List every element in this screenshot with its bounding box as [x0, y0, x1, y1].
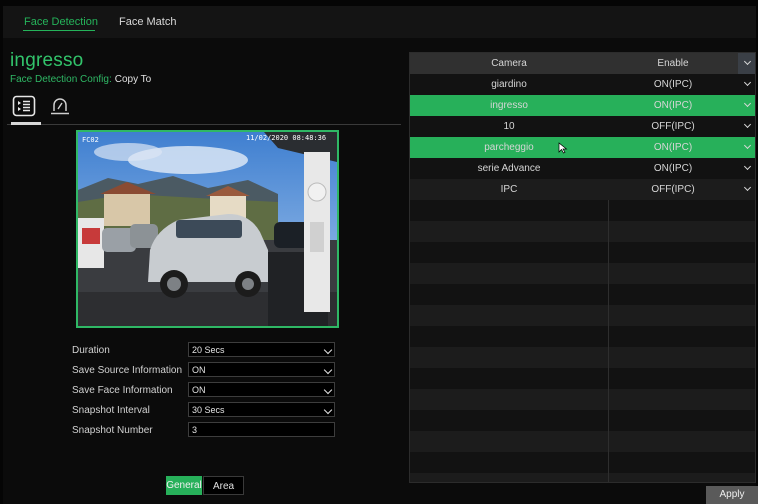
- empty-row: [410, 347, 755, 368]
- enable-dropdown[interactable]: [738, 95, 755, 116]
- snapshot-number-label: Snapshot Number: [72, 425, 153, 436]
- tab-face-detection[interactable]: Face Detection: [24, 16, 98, 28]
- chevron-down-icon: [323, 405, 333, 415]
- table-row[interactable]: IPC OFF(IPC): [410, 179, 755, 200]
- camera-snapshot: [78, 132, 337, 326]
- enable-cell[interactable]: ON(IPC): [608, 137, 738, 158]
- enable-cell[interactable]: ON(IPC): [608, 95, 738, 116]
- chevron-down-icon: [323, 345, 333, 355]
- chevron-down-icon: [743, 183, 751, 192]
- enable-cell[interactable]: OFF(IPC): [608, 179, 738, 200]
- osd-timestamp: 11/02/2020 08:48:36: [246, 134, 327, 142]
- snapshot-number-row: Snapshot Number 3: [72, 422, 338, 440]
- header-camera: Camera: [491, 58, 527, 69]
- duration-value: 20 Secs: [192, 345, 225, 355]
- table-row[interactable]: ingresso ON(IPC): [410, 95, 755, 116]
- camera-name-cell: giardino: [491, 79, 527, 90]
- save-face-label: Save Face Information: [72, 385, 173, 396]
- apply-button[interactable]: Apply: [706, 486, 758, 504]
- chevron-down-icon: [743, 120, 751, 129]
- header-enable: Enable: [657, 58, 689, 69]
- osd-channel: FC02: [82, 136, 99, 144]
- empty-row: [410, 242, 755, 263]
- save-source-value: ON: [192, 365, 206, 375]
- face-detection-panel: Face Detection Face Match ingresso Face …: [3, 6, 758, 504]
- empty-row: [410, 431, 755, 452]
- save-face-row: Save Face Information ON: [72, 382, 338, 400]
- chevron-down-icon: [743, 57, 751, 66]
- config-label: Face Detection Config:: [10, 74, 112, 85]
- enable-dropdown[interactable]: [738, 116, 755, 137]
- settings-tab[interactable]: [11, 95, 37, 122]
- empty-row: [410, 389, 755, 410]
- camera-name-cell: IPC: [500, 184, 518, 195]
- table-row[interactable]: 10 OFF(IPC): [410, 116, 755, 137]
- alarm-tab[interactable]: [47, 96, 73, 120]
- table-row[interactable]: serie Advance ON(IPC): [410, 158, 755, 179]
- snapshot-interval-row: Snapshot Interval 30 Secs: [72, 402, 338, 420]
- header-dropdown[interactable]: [738, 53, 755, 74]
- snapshot-interval-select[interactable]: 30 Secs: [188, 402, 335, 417]
- empty-row: [410, 263, 755, 284]
- top-tab-bar: Face Detection Face Match: [3, 6, 756, 38]
- duration-select[interactable]: 20 Secs: [188, 342, 335, 357]
- empty-row: [410, 305, 755, 326]
- save-source-label: Save Source Information: [72, 365, 183, 376]
- video-preview[interactable]: FC02 11/02/2020 08:48:36: [76, 130, 339, 328]
- save-face-select[interactable]: ON: [188, 382, 335, 397]
- snapshot-interval-value: 30 Secs: [192, 405, 225, 415]
- snapshot-number-input[interactable]: 3: [188, 422, 335, 437]
- chevron-down-icon: [323, 385, 333, 395]
- empty-row: [410, 473, 755, 482]
- empty-row: [410, 452, 755, 473]
- enable-dropdown[interactable]: [738, 137, 755, 158]
- subtab-area[interactable]: Area: [203, 476, 244, 495]
- empty-row: [410, 200, 755, 221]
- snapshot-interval-label: Snapshot Interval: [72, 405, 150, 416]
- camera-name-cell: 10: [503, 121, 515, 132]
- empty-row: [410, 368, 755, 389]
- empty-row: [410, 326, 755, 347]
- camera-title: ingresso: [10, 50, 84, 71]
- enable-cell[interactable]: ON(IPC): [608, 158, 738, 179]
- chevron-down-icon: [743, 78, 751, 87]
- camera-enable-table: Camera Enable giardino ON(IPC) ingresso ON(…: [409, 52, 756, 483]
- camera-name-cell: parcheggio: [484, 142, 534, 153]
- table-header: Camera Enable: [410, 53, 755, 74]
- chevron-down-icon: [743, 162, 751, 171]
- divider: [7, 124, 401, 125]
- chevron-down-icon: [323, 365, 333, 375]
- chevron-down-icon: [743, 141, 751, 150]
- duration-label: Duration: [72, 345, 110, 356]
- copy-to-link[interactable]: Copy To: [115, 74, 152, 85]
- enable-dropdown[interactable]: [738, 179, 755, 200]
- active-tab-underline: [23, 30, 95, 31]
- enable-dropdown[interactable]: [738, 158, 755, 179]
- table-row[interactable]: giardino ON(IPC): [410, 74, 755, 95]
- list-icon: [12, 95, 36, 122]
- save-face-value: ON: [192, 385, 206, 395]
- enable-cell[interactable]: ON(IPC): [608, 74, 738, 95]
- active-icon-tab-indicator: [11, 122, 41, 125]
- tab-face-match[interactable]: Face Match: [119, 16, 176, 28]
- camera-name-cell: serie Advance: [477, 163, 541, 174]
- snapshot-number-value: 3: [192, 425, 198, 435]
- save-source-row: Save Source Information ON: [72, 362, 338, 380]
- subtab-general[interactable]: General: [166, 476, 202, 495]
- empty-row: [410, 284, 755, 305]
- alarm-light-icon: [48, 95, 72, 122]
- enable-cell[interactable]: OFF(IPC): [608, 116, 738, 137]
- mouse-pointer-icon: [558, 142, 568, 154]
- save-source-select[interactable]: ON: [188, 362, 335, 377]
- duration-row: Duration 20 Secs: [72, 342, 338, 360]
- empty-row: [410, 410, 755, 431]
- table-row[interactable]: parcheggio ON(IPC): [410, 137, 755, 158]
- enable-dropdown[interactable]: [738, 74, 755, 95]
- empty-row: [410, 221, 755, 242]
- camera-name-cell: ingresso: [490, 100, 528, 111]
- chevron-down-icon: [743, 99, 751, 108]
- config-row: Face Detection Config: Copy To: [10, 74, 151, 85]
